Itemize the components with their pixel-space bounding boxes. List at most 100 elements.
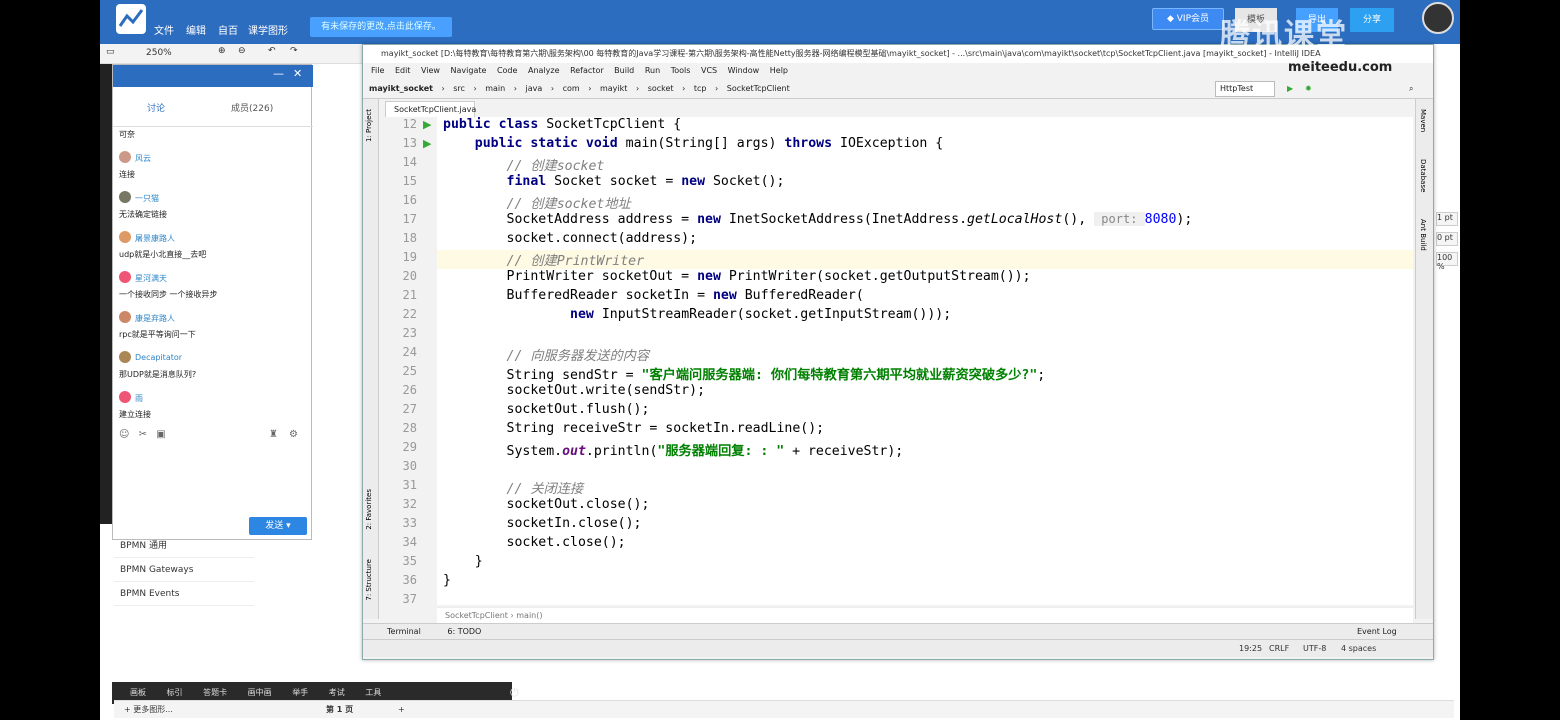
- gift-icon[interactable]: ♜: [269, 429, 278, 440]
- minimize-icon[interactable]: —: [273, 67, 284, 80]
- emoji-icon[interactable]: ☺: [119, 429, 129, 440]
- diagram-toolbar: ▭ 250% ⊕ ⊖ ↶ ↷: [100, 44, 370, 64]
- cursor-position[interactable]: 19:25: [1239, 640, 1262, 658]
- nav-item[interactable]: › SocketTcpClient: [715, 84, 790, 93]
- shape-category[interactable]: BPMN Events: [114, 582, 254, 606]
- menu-vcs[interactable]: VCS: [701, 66, 717, 75]
- breadcrumb-item[interactable]: main(): [516, 611, 542, 620]
- nav-item[interactable]: › com: [551, 84, 580, 93]
- terminal-tab[interactable]: Terminal: [387, 627, 421, 636]
- indent-setting[interactable]: 4 spaces: [1341, 640, 1376, 658]
- close-icon[interactable]: ✕: [293, 67, 302, 80]
- maven-tool-tab[interactable]: Maven: [1419, 109, 1427, 132]
- code-token: new: [681, 174, 713, 189]
- image-icon[interactable]: ▣: [156, 429, 165, 440]
- code-token: public class: [443, 117, 547, 132]
- nav-item[interactable]: › tcp: [682, 84, 706, 93]
- nav-item[interactable]: › java: [514, 84, 543, 93]
- line-number: 18: [402, 231, 417, 245]
- line-separator[interactable]: CRLF: [1269, 640, 1289, 658]
- event-log-tab[interactable]: Event Log: [1357, 624, 1397, 640]
- file-encoding[interactable]: UTF-8: [1303, 640, 1326, 658]
- taskbar-item[interactable]: 标引: [167, 688, 183, 697]
- code-line: socketOut.close();: [443, 497, 650, 512]
- menu-view[interactable]: View: [421, 66, 440, 75]
- shape-category[interactable]: BPMN Gateways: [114, 558, 254, 582]
- menu-analyze[interactable]: Analyze: [528, 66, 560, 75]
- editor-tab[interactable]: SocketTcpClient.java: [385, 101, 476, 117]
- line-width-field[interactable]: 1 pt: [1436, 212, 1458, 226]
- breadcrumb-item[interactable]: SocketTcpClient: [445, 611, 508, 620]
- code-token: new: [570, 307, 602, 322]
- scissors-icon[interactable]: ✂: [139, 429, 147, 440]
- run-main-icon[interactable]: ▶: [423, 137, 431, 150]
- spacing-field[interactable]: 0 pt: [1436, 232, 1458, 246]
- menu-build[interactable]: Build: [614, 66, 634, 75]
- message-text: 无法确定链接: [119, 210, 167, 219]
- menu-code[interactable]: Code: [497, 66, 517, 75]
- menu-edit[interactable]: Edit: [395, 66, 411, 75]
- save-banner[interactable]: 有未保存的更改,点击此保存。: [310, 17, 452, 37]
- chat-panel: — ✕ 讨论 成员(226) 可奈 风云 连接 一只猫 无法确定链接 屠景康路人…: [112, 64, 313, 540]
- menu-file[interactable]: File: [371, 66, 384, 75]
- run-class-icon[interactable]: ▶: [423, 118, 431, 131]
- todo-tab[interactable]: 6: TODO: [447, 627, 481, 636]
- tab-discussion[interactable]: 讨论: [147, 101, 165, 114]
- code-token: PrintWriter(socket.getOutputStream());: [728, 269, 1031, 284]
- nav-item[interactable]: › socket: [636, 84, 674, 93]
- tab-members[interactable]: 成员(226): [231, 101, 273, 114]
- database-tool-tab[interactable]: Database: [1419, 159, 1427, 192]
- taskbar-item[interactable]: 画中画: [248, 688, 272, 697]
- more-shapes-link[interactable]: + 更多图形...: [124, 705, 173, 714]
- search-icon[interactable]: ⌕: [1409, 79, 1413, 99]
- favorites-tool-tab[interactable]: 2: Favorites: [365, 489, 373, 530]
- menu-navigate[interactable]: Navigate: [451, 66, 487, 75]
- page-icon[interactable]: ▭: [106, 47, 115, 57]
- menu-help[interactable]: Help: [770, 66, 788, 75]
- nav-project[interactable]: mayikt_socket: [369, 84, 433, 93]
- taskbar-item[interactable]: 工具: [365, 688, 381, 697]
- line-number: 22: [402, 307, 417, 321]
- nav-item[interactable]: › main: [473, 84, 505, 93]
- taskbar-item[interactable]: 考试: [329, 688, 345, 697]
- page-tab[interactable]: 第 1 页: [326, 701, 353, 719]
- menu-page[interactable]: 自百: [218, 22, 238, 37]
- run-config-select[interactable]: HttpTest: [1215, 81, 1275, 97]
- zoom-in-icon[interactable]: ⊕: [218, 46, 226, 56]
- taskbar-item[interactable]: 画板: [130, 688, 146, 697]
- menu-refactor[interactable]: Refactor: [570, 66, 604, 75]
- vip-button[interactable]: ◆ VIP会员: [1152, 8, 1224, 30]
- add-page-icon[interactable]: +: [398, 701, 405, 719]
- menu-window[interactable]: Window: [728, 66, 760, 75]
- zoom-out-icon[interactable]: ⊖: [238, 46, 246, 56]
- menu-shapes[interactable]: 课学图形: [248, 22, 288, 37]
- menu-tools[interactable]: Tools: [671, 66, 691, 75]
- left-tool-strip: 1: Project 2: Favorites 7: Structure: [363, 99, 379, 619]
- menu-edit[interactable]: 编辑: [186, 22, 206, 37]
- project-tool-tab[interactable]: 1: Project: [365, 109, 373, 142]
- zoom-select[interactable]: 250%: [146, 48, 172, 58]
- code-editor[interactable]: public class SocketTcpClient { public st…: [437, 117, 1413, 605]
- debug-icon[interactable]: ✹: [1305, 79, 1312, 99]
- settings-icon[interactable]: ⚙: [289, 429, 298, 440]
- left-black-border: [0, 0, 100, 720]
- user-avatar[interactable]: [1422, 2, 1454, 34]
- code-line: String receiveStr = socketIn.readLine();: [443, 421, 825, 436]
- taskbar-item[interactable]: 答题卡: [203, 688, 227, 697]
- send-button[interactable]: 发送 ▾: [249, 517, 307, 535]
- nav-item[interactable]: › src: [442, 84, 465, 93]
- menu-run[interactable]: Run: [645, 66, 660, 75]
- taskbar-item[interactable]: 举手: [292, 688, 308, 697]
- menu-file[interactable]: 文件: [154, 22, 174, 37]
- opacity-field[interactable]: 100 %: [1436, 252, 1458, 271]
- app-logo[interactable]: [116, 4, 146, 34]
- nav-item[interactable]: › mayikt: [588, 84, 627, 93]
- undo-icon[interactable]: ↶: [268, 46, 276, 56]
- shape-category[interactable]: BPMN 通用: [114, 534, 254, 558]
- redo-icon[interactable]: ↷: [290, 46, 298, 56]
- share-button[interactable]: 分享: [1350, 8, 1394, 32]
- structure-tool-tab[interactable]: 7: Structure: [365, 559, 373, 601]
- run-icon[interactable]: ▶: [1287, 79, 1293, 99]
- ant-build-tool-tab[interactable]: Ant Build: [1419, 219, 1427, 251]
